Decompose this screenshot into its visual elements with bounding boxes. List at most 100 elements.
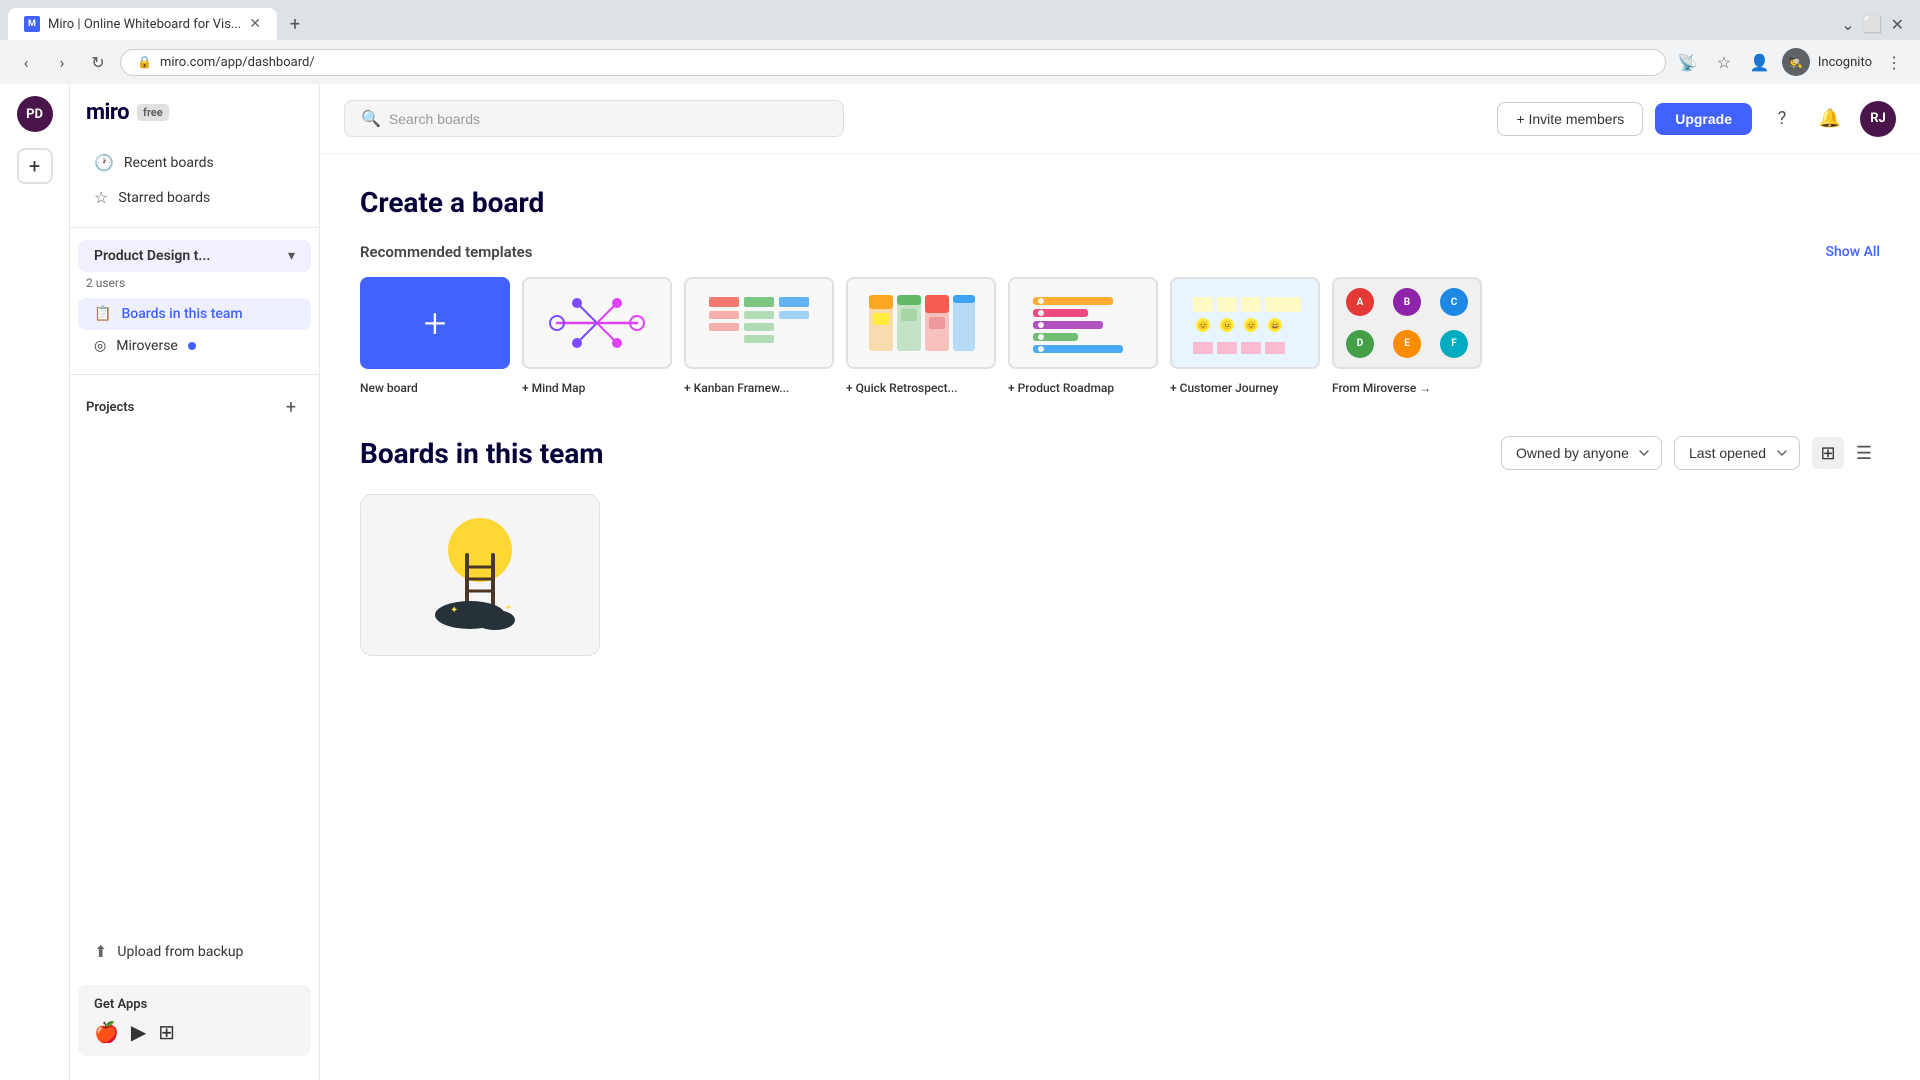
mind-map-thumb: [522, 277, 672, 369]
svg-text:😊: 😊: [1246, 321, 1256, 330]
help-button[interactable]: ?: [1764, 101, 1800, 137]
browser-toolbar: ‹ › ↻ 🔒 miro.com/app/dashboard/ 📡 ☆ 👤 🕵 …: [0, 40, 1920, 84]
team-selector[interactable]: Product Design t... ▾: [78, 240, 311, 272]
recent-boards-label: Recent boards: [124, 155, 214, 171]
team-chevron-icon: ▾: [288, 248, 295, 264]
projects-label: Projects: [86, 400, 134, 415]
app-container: PD + miro free 🕐 Recent boards ☆ Starred…: [0, 84, 1920, 1080]
miro-logo: miro free: [70, 100, 319, 145]
user-avatar-rail[interactable]: PD: [17, 96, 53, 132]
projects-header: Projects +: [70, 387, 319, 427]
sort-filter[interactable]: Last opened: [1674, 436, 1800, 470]
back-button[interactable]: ‹: [12, 48, 40, 76]
new-board-card[interactable]: + New board: [360, 277, 510, 396]
kanban-label: + Kanban Framew...: [684, 381, 789, 395]
refresh-button[interactable]: ↻: [84, 48, 112, 76]
tab-title: Miro | Online Whiteboard for Vis...: [48, 17, 241, 32]
content-body: Create a board Recommended templates Sho…: [320, 154, 1920, 688]
cast-icon[interactable]: 📡: [1674, 48, 1702, 76]
profile-icon[interactable]: 👤: [1746, 48, 1774, 76]
close-icon[interactable]: ✕: [1891, 15, 1904, 34]
new-board-label: New board: [360, 381, 418, 395]
new-tab-button[interactable]: +: [281, 10, 309, 38]
team-users-count: 2 users: [70, 272, 319, 298]
cj-svg: 😊 😐 😊 😄: [1185, 287, 1305, 359]
menu-icon[interactable]: ⋮: [1880, 48, 1908, 76]
svg-text:😊: 😊: [1198, 321, 1208, 330]
incognito-avatar: 🕵: [1782, 48, 1810, 76]
invite-members-button[interactable]: + Invite members: [1497, 102, 1643, 136]
window-controls: ⌄ ⬜ ✕: [1841, 15, 1912, 34]
star-icon: ☆: [94, 188, 108, 207]
plus-icon: +: [424, 300, 447, 347]
address-bar[interactable]: 🔒 miro.com/app/dashboard/: [120, 49, 1666, 76]
upgrade-button[interactable]: Upgrade: [1655, 103, 1752, 135]
minimize-icon[interactable]: ⌄: [1841, 15, 1854, 34]
search-icon: 🔍: [361, 109, 381, 128]
roadmap-thumb: [1008, 277, 1158, 369]
bookmark-icon[interactable]: ☆: [1710, 48, 1738, 76]
restore-icon[interactable]: ⬜: [1863, 15, 1883, 34]
cj-thumb: 😊 😐 😊 😄: [1170, 277, 1320, 369]
sidebar-divider-2: [70, 374, 319, 375]
sidebar-item-miroverse[interactable]: ◎ Miroverse: [78, 330, 311, 362]
mind-map-label: + Mind Map: [522, 381, 585, 395]
boards-title: Boards in this team: [360, 437, 604, 470]
template-mind-map[interactable]: + Mind Map: [522, 277, 672, 396]
svg-text:✦: ✦: [505, 603, 512, 612]
notifications-button[interactable]: 🔔: [1812, 101, 1848, 137]
retro-thumb: [846, 277, 996, 369]
list-view-button[interactable]: ☰: [1848, 437, 1880, 469]
clock-icon: 🕐: [94, 153, 114, 172]
board-card-empty[interactable]: ✦ ✦: [360, 494, 600, 656]
template-retro[interactable]: + Quick Retrospect...: [846, 277, 996, 396]
active-tab[interactable]: M Miro | Online Whiteboard for Vis... ✕: [8, 8, 277, 40]
grid-view-button[interactable]: ⊞: [1812, 437, 1844, 469]
owner-filter[interactable]: Owned by anyone: [1501, 436, 1662, 470]
template-miroverse[interactable]: A B C D E F From Miroverse →: [1332, 277, 1482, 396]
miroverse-label: Miroverse: [116, 338, 178, 354]
template-customer-journey[interactable]: 😊 😐 😊 😄: [1170, 277, 1320, 396]
sidebar: miro free 🕐 Recent boards ☆ Starred boar…: [70, 84, 320, 1080]
url-text: miro.com/app/dashboard/: [160, 55, 315, 70]
header-actions: + Invite members Upgrade ? 🔔 RJ: [1497, 101, 1896, 137]
sidebar-item-upload[interactable]: ⬆ Upload from backup: [78, 934, 311, 969]
close-tab-button[interactable]: ✕: [249, 16, 261, 32]
sidebar-item-starred[interactable]: ☆ Starred boards: [78, 180, 311, 215]
user-avatar-header[interactable]: RJ: [1860, 101, 1896, 137]
board-empty-thumb: ✦ ✦: [361, 495, 599, 655]
logo-text: miro: [86, 100, 129, 125]
top-header: 🔍 + Invite members Upgrade ? 🔔 RJ: [320, 84, 1920, 154]
mind-map-svg: [537, 287, 657, 359]
browser-actions: 📡 ☆ 👤 🕵 Incognito ⋮: [1674, 48, 1908, 76]
sidebar-item-recent[interactable]: 🕐 Recent boards: [78, 145, 311, 180]
sidebar-item-boards-in-team[interactable]: 📋 Boards in this team: [78, 298, 311, 330]
boards-icon: 📋: [94, 306, 111, 322]
play-icon[interactable]: ▶: [131, 1020, 146, 1044]
search-bar[interactable]: 🔍: [344, 100, 844, 137]
boards-header: Boards in this team Owned by anyone Last…: [360, 436, 1880, 470]
tab-bar: M Miro | Online Whiteboard for Vis... ✕ …: [0, 0, 1920, 40]
browser-chrome: M Miro | Online Whiteboard for Vis... ✕ …: [0, 0, 1920, 84]
apple-icon[interactable]: 🍎: [94, 1020, 119, 1044]
add-workspace-button[interactable]: +: [17, 148, 53, 184]
forward-button[interactable]: ›: [48, 48, 76, 76]
search-input[interactable]: [389, 111, 827, 127]
show-all-link[interactable]: Show All: [1826, 244, 1881, 260]
kanban-thumb: [684, 277, 834, 369]
template-roadmap[interactable]: + Product Roadmap: [1008, 277, 1158, 396]
illustration-svg: ✦ ✦: [420, 505, 540, 645]
add-project-button[interactable]: +: [279, 395, 303, 419]
retro-svg: [861, 287, 981, 359]
miroverse-thumb: A B C D E F: [1332, 277, 1482, 369]
app-icons-row: 🍎 ▶ ⊞: [94, 1020, 295, 1044]
svg-text:😐: 😐: [1222, 321, 1232, 330]
upload-icon: ⬆: [94, 942, 107, 961]
recommended-label: Recommended templates: [360, 243, 532, 261]
new-board-thumb[interactable]: +: [360, 277, 510, 369]
windows-icon[interactable]: ⊞: [158, 1020, 175, 1044]
retro-label: + Quick Retrospect...: [846, 381, 958, 395]
upload-label: Upload from backup: [117, 944, 243, 960]
template-kanban[interactable]: + Kanban Framew...: [684, 277, 834, 396]
miroverse-icon: ◎: [94, 338, 106, 354]
